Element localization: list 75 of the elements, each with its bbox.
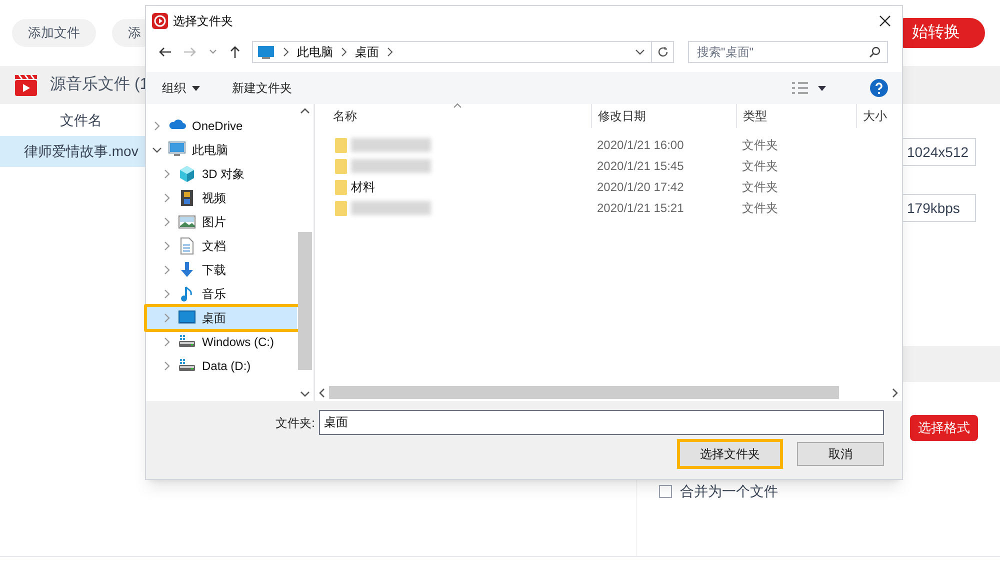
column-header[interactable]: 类型 [736, 104, 856, 128]
column-header: 文件名 [60, 110, 102, 130]
tree-item[interactable]: 音乐 [146, 282, 297, 306]
file-date: 2020/1/21 16:00 [596, 136, 685, 154]
select-format-button[interactable]: 选择格式 [910, 415, 978, 441]
up-arrow-icon [228, 45, 242, 59]
help-icon [870, 79, 888, 97]
film-icon [178, 189, 196, 207]
folder-name-field[interactable]: 桌面 [319, 410, 884, 435]
file-type: 文件夹 [741, 136, 779, 154]
breadcrumb-item: 此电脑 [297, 44, 333, 61]
file-date: 2020/1/20 17:42 [596, 178, 685, 196]
cancel-button[interactable]: 取消 [797, 442, 884, 466]
search-field[interactable]: 搜索"桌面" [688, 41, 888, 63]
tree-item[interactable]: 下载 [146, 258, 297, 282]
scroll-left-icon [319, 388, 325, 398]
file-name: 材料 [351, 178, 375, 196]
file-row[interactable]: 材料 2020/1/20 17:42 文件夹 [315, 176, 902, 197]
tree-item[interactable]: 文档 [146, 234, 297, 258]
pc-icon [168, 141, 186, 159]
folder-icon [335, 200, 347, 216]
app-logo-icon [152, 13, 168, 29]
sort-up-icon [453, 103, 462, 108]
forward-arrow-icon [183, 45, 198, 59]
folder-icon [335, 178, 347, 194]
window-title: 选择文件夹 [173, 13, 233, 30]
checkbox-label: 合并为一个文件 [680, 482, 778, 501]
close-icon [879, 15, 891, 27]
field-label: 文件夹: [276, 414, 315, 432]
address-bar[interactable]: 此电脑 桌面 [252, 41, 652, 63]
chevron-icon [387, 47, 393, 57]
monitor-icon [257, 45, 275, 59]
clapperboard-icon [14, 73, 38, 97]
help-button[interactable] [870, 79, 888, 97]
file-date: 2020/1/21 15:45 [596, 158, 685, 174]
refresh-icon [656, 46, 668, 58]
checkbox[interactable] [659, 485, 672, 498]
column-header[interactable]: 修改日期 [591, 104, 736, 128]
file-type: 文件夹 [741, 158, 779, 174]
file-type: 文件夹 [741, 178, 779, 196]
tree-item[interactable]: OneDrive [146, 114, 297, 138]
chevron-icon [341, 47, 347, 57]
breadcrumb-item: 桌面 [355, 44, 379, 61]
column-header[interactable]: 大小 [856, 104, 902, 128]
scroll-down-icon [300, 391, 310, 397]
tree-item[interactable]: 此电脑 [146, 138, 297, 162]
scroll-right-icon [892, 388, 898, 398]
refresh-button[interactable] [652, 41, 674, 63]
tree-item[interactable]: 视频 [146, 186, 297, 210]
dropdown-caret-icon [635, 48, 645, 56]
folder-icon [335, 136, 347, 152]
scroll-up-icon [300, 108, 310, 114]
back-arrow-icon [158, 45, 173, 59]
search-icon [869, 46, 881, 58]
tree-item[interactable]: 图片 [146, 210, 297, 234]
new-folder-button[interactable]: 新建文件夹 [226, 76, 298, 100]
dropdown-caret-icon [192, 86, 200, 90]
file-date: 2020/1/21 15:21 [596, 200, 685, 216]
tree-item[interactable]: 桌面 [146, 306, 297, 330]
details-view-icon [792, 82, 808, 94]
doc-icon [178, 237, 196, 255]
image-icon [178, 213, 196, 231]
tree-item[interactable]: Windows (C:) [146, 330, 297, 354]
tree-item[interactable]: Data (D:) [146, 354, 297, 378]
download-icon [178, 261, 196, 279]
add-file-button[interactable]: 添加文件 [12, 19, 96, 47]
folder-icon [335, 158, 347, 174]
chevron-icon [283, 47, 289, 57]
column-header[interactable]: 名称 [315, 104, 591, 128]
tree-item[interactable]: 3D 对象 [146, 162, 297, 186]
dropdown-caret-icon [818, 86, 826, 90]
cube-icon [178, 165, 196, 183]
file-type: 文件夹 [741, 200, 779, 216]
select-folder-button[interactable]: 选择文件夹 [677, 439, 783, 469]
organize-menu-button[interactable]: 组织 [156, 76, 206, 100]
